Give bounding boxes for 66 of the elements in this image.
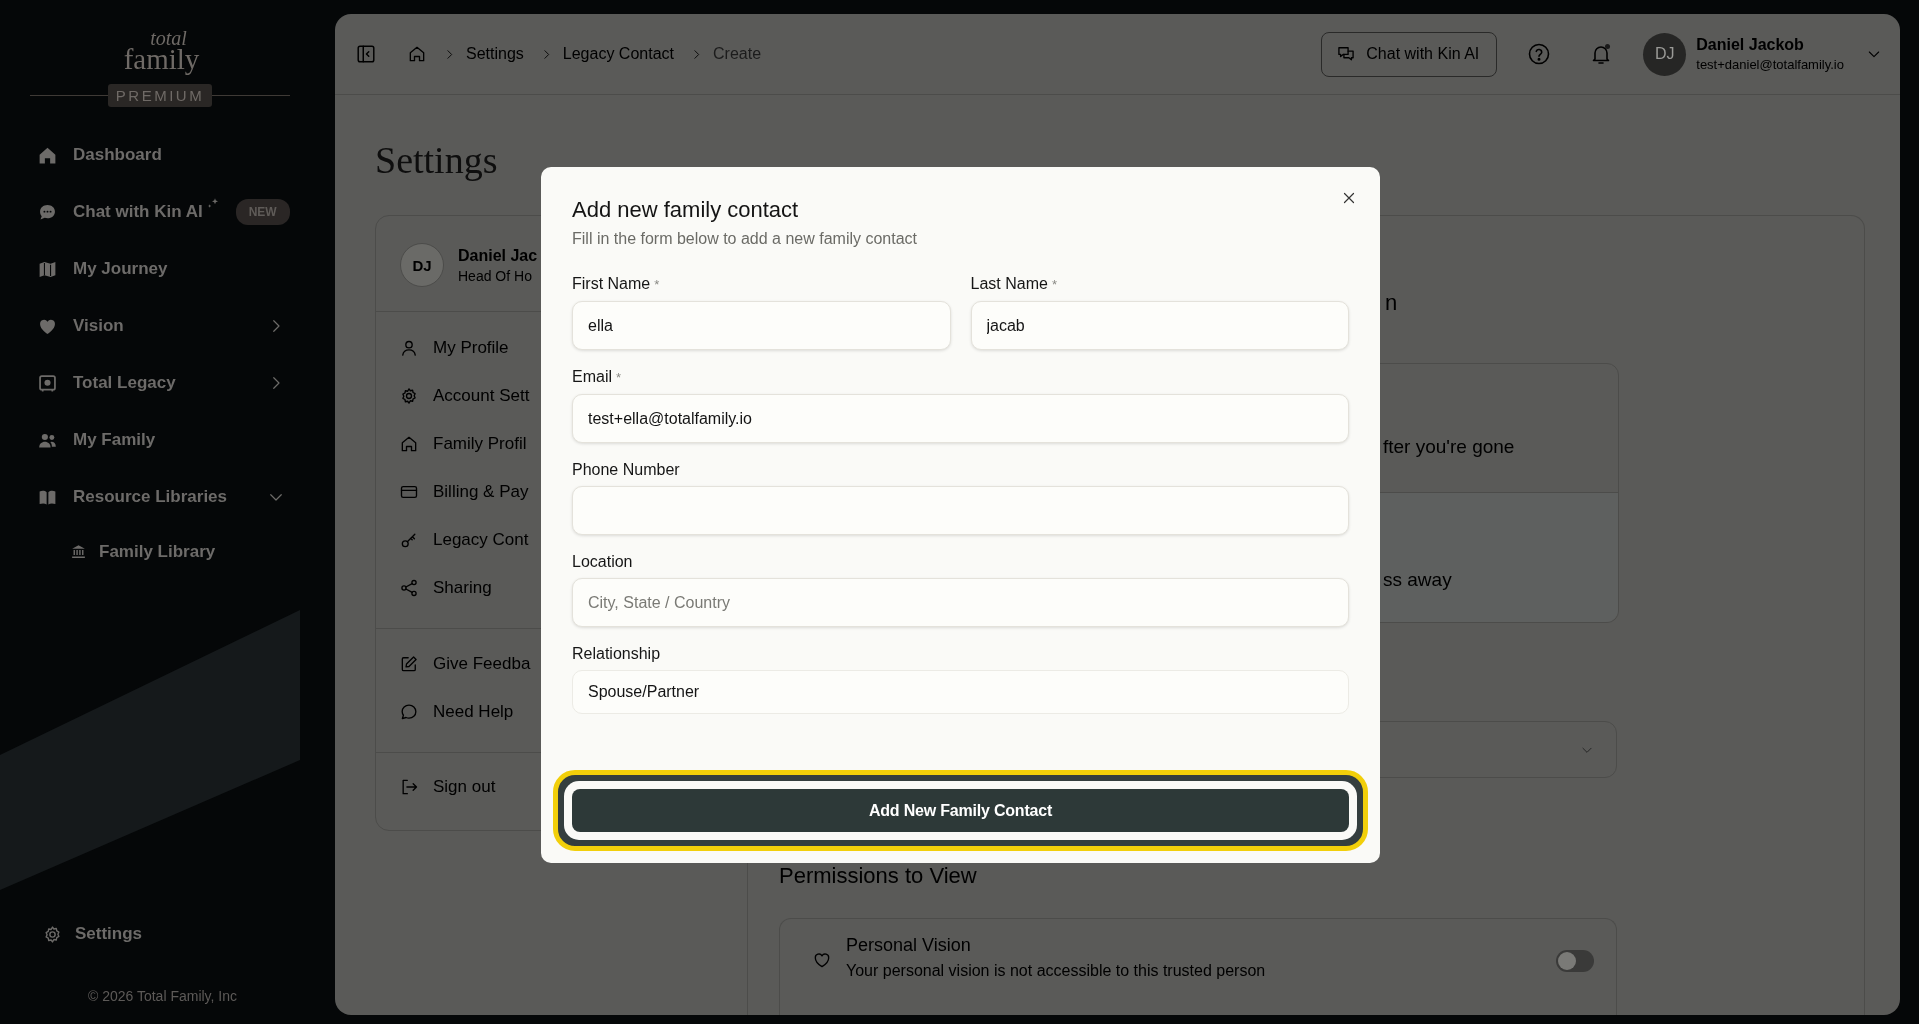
- text-field[interactable]: [572, 486, 1349, 535]
- field-label: Location: [572, 552, 633, 572]
- permission-description: Your personal vision is not accessible to this trusted person: [846, 962, 1267, 980]
- section-heading: n: [1385, 289, 1399, 317]
- nav-label: Resource Libraries: [73, 487, 227, 508]
- field-label: Last Name: [970, 274, 1048, 294]
- nav-label: Dashboard: [73, 145, 162, 166]
- nav-item[interactable]: Resource Libraries: [37, 468, 285, 526]
- option-text: fter you're gone: [1383, 436, 1515, 457]
- user-avatar[interactable]: DJ: [1643, 32, 1687, 76]
- permission-title: Personal Vision: [846, 934, 972, 956]
- field-label: Relationship: [572, 644, 661, 664]
- text-field[interactable]: ella: [572, 301, 951, 350]
- field-label: Phone Number: [572, 460, 680, 480]
- profile-name: Daniel Jac: [458, 246, 538, 265]
- dialog-subtitle: Fill in the form below to add a new family contact: [572, 230, 919, 248]
- nav-item[interactable]: Vision: [37, 297, 285, 355]
- chat-bubble-icon: [399, 702, 419, 722]
- nav-subitem[interactable]: Family Library: [37, 525, 285, 578]
- user-email: test+daniel@totalfamily.io: [1696, 57, 1844, 72]
- edit-icon: [399, 654, 419, 674]
- profile-avatar: DJ: [400, 243, 444, 287]
- option-text: ss away: [1383, 569, 1452, 590]
- user-icon: [399, 338, 419, 358]
- text-field[interactable]: jacab: [970, 301, 1349, 350]
- select-field[interactable]: Spouse/Partner: [572, 670, 1349, 714]
- required-mark: *: [1051, 276, 1057, 294]
- breadcrumb-link[interactable]: Create: [713, 45, 762, 63]
- nav-item[interactable]: My Family: [37, 411, 285, 469]
- toggle-switch[interactable]: [1556, 950, 1594, 972]
- required-mark: *: [654, 276, 660, 294]
- settings-icon: [399, 386, 419, 406]
- nav-label: My Family: [73, 430, 156, 451]
- copyright-text: © 2026 Total Family, Inc: [86, 988, 239, 1004]
- nav-item[interactable]: Dashboard: [37, 126, 285, 184]
- help-icon[interactable]: [1527, 42, 1552, 66]
- user-name: Daniel Jackob: [1696, 36, 1805, 54]
- share-icon: [399, 578, 419, 598]
- nav-label: Total Legacy: [73, 373, 176, 394]
- nav-item[interactable]: My Journey: [37, 240, 285, 298]
- section-heading: Permissions to View: [779, 862, 978, 890]
- plan-badge: PREMIUM: [107, 83, 213, 107]
- breadcrumb-link[interactable]: Legacy Contact: [562, 45, 674, 63]
- text-field[interactable]: test+ella@totalfamily.io: [572, 394, 1349, 443]
- home-icon[interactable]: [407, 44, 427, 64]
- nav-item[interactable]: Total Legacy: [37, 354, 285, 412]
- nav-label: Chat with Kin AI: [73, 202, 203, 223]
- bank-icon: [70, 543, 87, 561]
- chat-button[interactable]: Chat with Kin AI: [1321, 31, 1498, 77]
- sidebar-toggle-icon[interactable]: [355, 43, 377, 65]
- field-label: First Name: [572, 274, 651, 294]
- home-icon: [399, 434, 419, 454]
- page-title: Settings: [375, 140, 499, 180]
- field-label: Email: [572, 367, 612, 387]
- nav-label: Vision: [73, 316, 124, 337]
- settings-icon: [42, 923, 63, 945]
- nav-label: My Journey: [73, 259, 168, 280]
- settings-nav-item[interactable]: Settings: [0, 914, 242, 954]
- add-contact-button[interactable]: Add New Family Contact: [572, 789, 1349, 832]
- required-mark: *: [616, 369, 622, 387]
- text-field[interactable]: City, State / Country: [572, 578, 1349, 627]
- safe-icon: [37, 372, 58, 394]
- heart-icon: [812, 950, 832, 970]
- dialog-title: Add new family contact: [572, 197, 800, 223]
- breadcrumb-link[interactable]: Settings: [466, 45, 524, 63]
- profile-role: Head Of Ho: [458, 267, 533, 284]
